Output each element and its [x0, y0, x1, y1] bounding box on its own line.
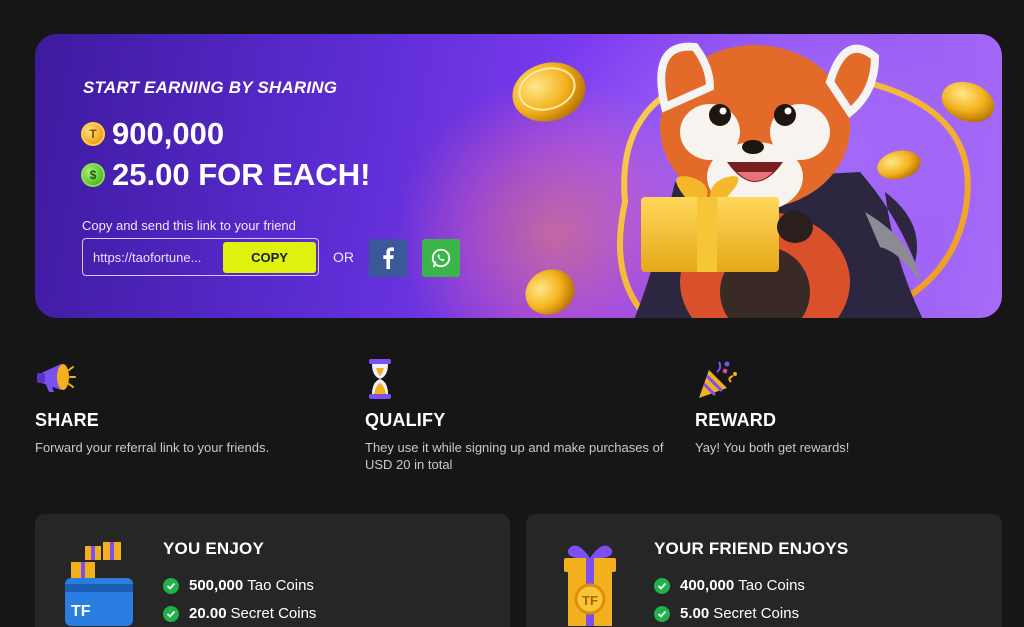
red-panda-mascot-illustration [512, 42, 995, 318]
you-enjoy-card: TF YOU ENJOY 500,000 Tao Coins 20.00 Sec… [35, 514, 510, 627]
copy-button[interactable]: COPY [223, 242, 316, 273]
item-value: 20.00 [189, 605, 227, 622]
item-label: Tao Coins [247, 577, 314, 594]
hourglass-icon [365, 358, 675, 400]
tao-coin-amount-value: 900,000 [112, 116, 225, 151]
svg-text:TF: TF [582, 593, 598, 608]
referral-link-input[interactable] [93, 249, 235, 265]
step-qualify-text: They use it while signing up and make pu… [365, 440, 664, 472]
or-separator: OR [333, 249, 354, 265]
step-reward: REWARD Yay! You both get rewards! [695, 358, 1005, 456]
step-share-text: Forward your referral link to your frien… [35, 440, 270, 455]
banner-title: START EARNING BY SHARING [83, 78, 338, 97]
step-share: SHARE Forward your referral link to your… [35, 358, 345, 456]
megaphone-icon [35, 358, 345, 400]
step-share-title: SHARE [35, 410, 100, 430]
copy-link-label: Copy and send this link to your friend [82, 218, 296, 233]
referral-link-box: COPY [82, 238, 319, 276]
whatsapp-share-button[interactable] [422, 239, 460, 277]
step-reward-title: REWARD [695, 410, 777, 430]
secret-coin-amount-value: 25.00 FOR EACH! [112, 157, 371, 192]
facebook-share-button[interactable] [369, 239, 407, 277]
you-enjoy-item: 20.00 Secret Coins [163, 605, 316, 622]
item-label: Tao Coins [738, 577, 805, 594]
secret-coin-amount: $ 25.00 FOR EACH! [81, 157, 370, 193]
check-icon [654, 577, 670, 594]
item-label: Secret Coins [230, 605, 317, 622]
gift-wallet-icon: TF [59, 536, 139, 627]
friend-enjoys-card: TF YOUR FRIEND ENJOYS 400,000 Tao Coins … [526, 514, 1002, 627]
tao-coin-amount: T 900,000 [81, 116, 224, 152]
friend-enjoys-item: 400,000 Tao Coins [654, 577, 805, 594]
item-value: 5.00 [680, 605, 710, 622]
step-qualify: QUALIFY They use it while signing up and… [365, 358, 675, 473]
check-icon [163, 577, 179, 594]
facebook-icon [383, 247, 394, 269]
whatsapp-icon [431, 248, 451, 268]
party-popper-icon [695, 358, 1005, 400]
secret-coin-icon: $ [81, 163, 105, 187]
you-enjoy-title: YOU ENJOY [163, 539, 264, 558]
you-enjoy-item: 500,000 Tao Coins [163, 577, 314, 594]
check-icon [654, 605, 670, 622]
referral-banner: START EARNING BY SHARING T 900,000 $ 25.… [35, 34, 1002, 318]
gift-box-icon: TF [550, 536, 630, 627]
item-value: 500,000 [189, 577, 244, 594]
tao-coin-icon: T [81, 122, 105, 146]
step-reward-text: Yay! You both get rewards! [695, 440, 850, 455]
item-value: 400,000 [680, 577, 735, 594]
svg-text:TF: TF [71, 603, 91, 620]
item-label: Secret Coins [713, 605, 800, 622]
friend-enjoys-item: 5.00 Secret Coins [654, 605, 799, 622]
friend-enjoys-title: YOUR FRIEND ENJOYS [654, 539, 849, 558]
check-icon [163, 605, 179, 622]
step-qualify-title: QUALIFY [365, 410, 446, 430]
